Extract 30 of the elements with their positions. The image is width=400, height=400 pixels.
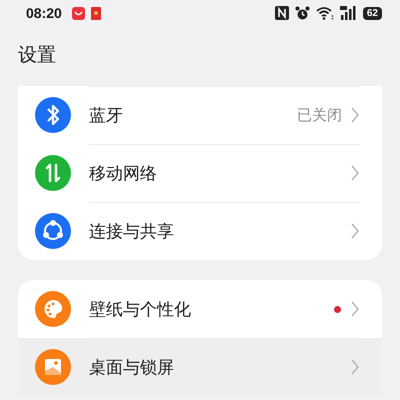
settings-row[interactable]: 蓝牙 已关闭 [18,86,382,144]
battery-level: 62 [362,6,382,20]
row-label: 桌面与锁屏 [89,356,175,378]
chevron-icon [350,107,360,123]
row-label: 蓝牙 [89,104,124,126]
chevron-icon [350,359,360,375]
settings-row[interactable]: 壁纸与个性化 [18,280,382,338]
app-notification-icon [72,6,85,20]
chevron-icon [350,165,360,181]
row-value: 已关闭 [297,106,342,124]
palette-icon [35,291,71,327]
row-label: 移动网络 [89,162,158,184]
envelope-icon [90,6,101,20]
signal-icon [340,6,357,20]
wifi-icon [316,6,334,20]
chevron-icon [350,223,360,239]
row-label: 连接与共享 [89,220,175,242]
image-icon [35,349,71,385]
settings-row[interactable]: 连接与共享 [18,202,382,260]
status-time: 08:20 [26,5,62,21]
chevron-icon [350,301,360,317]
arrows-icon [35,155,71,191]
nfc-icon [274,6,289,20]
alarm-icon [294,6,310,20]
settings-row[interactable]: 移动网络 [18,144,382,202]
row-label: 壁纸与个性化 [89,298,192,320]
settings-row[interactable]: 桌面与锁屏 [18,338,382,396]
page-title: 设置 [17,43,57,68]
share-icon [35,213,71,249]
bluetooth-icon [35,97,71,133]
